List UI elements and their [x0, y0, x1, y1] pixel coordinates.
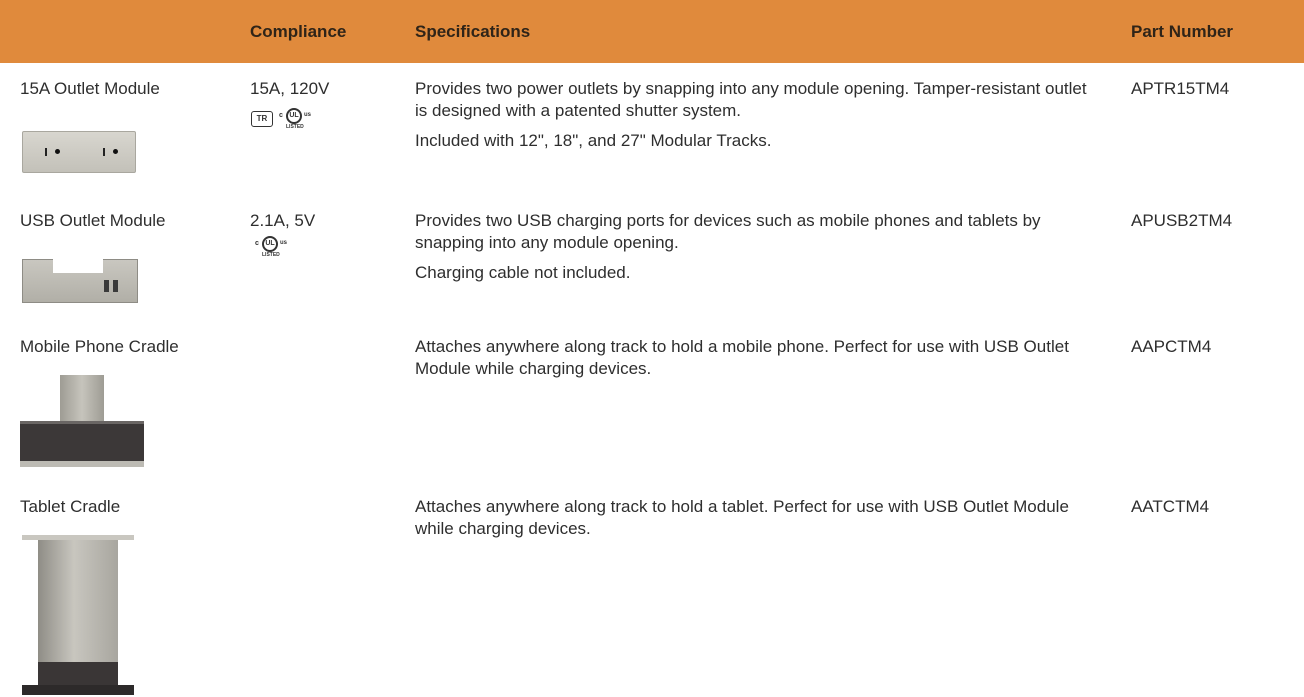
- product-name: USB Outlet Module: [20, 211, 166, 230]
- certification-marks: c UL us LISTED: [251, 236, 293, 258]
- certification-marks: TR c UL us LISTED: [251, 108, 317, 130]
- etl-listed-icon: c UL us LISTED: [275, 108, 317, 130]
- table-row: 15A Outlet Module 15A, 120V TR c UL us L…: [0, 76, 1304, 206]
- spec-paragraph: Charging cable not included.: [415, 263, 631, 282]
- table-row: Tablet Cradle Attaches anywhere along tr…: [0, 494, 1304, 697]
- compliance-rating: 15A, 120V: [250, 79, 330, 98]
- specifications: Provides two power outlets by snapping i…: [415, 78, 1100, 152]
- usb-module-image: [22, 259, 138, 303]
- specifications: Attaches anywhere along track to hold a …: [415, 336, 1100, 380]
- tablet-cradle-image: [22, 535, 134, 695]
- specifications: Provides two USB charging ports for devi…: [415, 210, 1100, 284]
- product-name: Tablet Cradle: [20, 497, 121, 516]
- tr-tamper-resistant-icon: TR: [251, 111, 273, 127]
- spec-paragraph: Attaches anywhere along track to hold a …: [415, 497, 1069, 538]
- spec-paragraph: Included with 12", 18", and 27" Modular …: [415, 131, 772, 150]
- product-name: 15A Outlet Module: [20, 79, 160, 98]
- part-number: APUSB2TM4: [1131, 211, 1233, 230]
- spec-paragraph: Provides two power outlets by snapping i…: [415, 79, 1087, 120]
- outlet-module-image: [22, 131, 136, 173]
- header-compliance: Compliance: [250, 22, 347, 41]
- spec-paragraph: Attaches anywhere along track to hold a …: [415, 337, 1069, 378]
- table-row: USB Outlet Module 2.1A, 5V c UL us LISTE…: [0, 208, 1304, 328]
- product-name: Mobile Phone Cradle: [20, 337, 179, 356]
- part-number: AATCTM4: [1131, 497, 1210, 516]
- etl-listed-icon: c UL us LISTED: [251, 236, 293, 258]
- header-part-number: Part Number: [1131, 22, 1234, 41]
- specifications: Attaches anywhere along track to hold a …: [415, 496, 1100, 540]
- part-number: APTR15TM4: [1131, 79, 1230, 98]
- header-specifications: Specifications: [415, 22, 531, 41]
- mobile-phone-cradle-image: [20, 375, 144, 467]
- part-number: AAPCTM4: [1131, 337, 1212, 356]
- compliance-rating: 2.1A, 5V: [250, 211, 316, 230]
- table-row: Mobile Phone Cradle Attaches anywhere al…: [0, 334, 1304, 474]
- spec-paragraph: Provides two USB charging ports for devi…: [415, 211, 1041, 252]
- table-header: Compliance Specifications Part Number: [0, 0, 1304, 63]
